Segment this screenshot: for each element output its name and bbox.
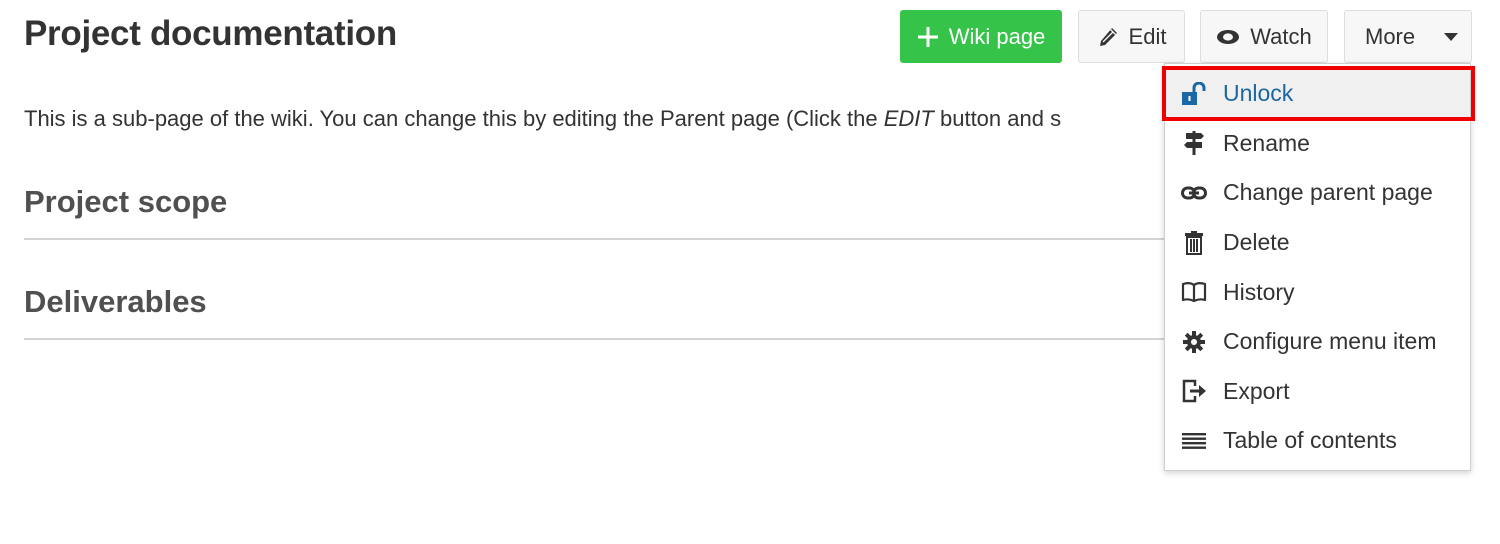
menu-item-label: Table of contents [1223,427,1397,454]
section-heading: Deliverables [24,284,207,319]
section-project-scope: Project scope [24,184,1184,240]
list-icon [1181,428,1207,454]
menu-item-label: Unlock [1223,80,1294,107]
more-label: More [1365,23,1416,49]
menu-item-label: Change parent page [1223,179,1433,206]
link-icon [1181,180,1207,206]
signpost-icon [1181,130,1207,156]
menu-item-change-parent-page[interactable]: Change parent page [1165,168,1470,218]
more-dropdown-menu: Unlock Rename Change parent page Delete [1164,63,1471,471]
edit-label: Edit [1128,23,1167,49]
watch-label: Watch [1250,23,1312,49]
intro-text-after: button and s [933,106,1062,131]
menu-item-label: Export [1223,377,1290,404]
wiki-page: Project documentation Wiki page Edit Wat… [0,0,1500,544]
menu-item-label: Rename [1223,129,1310,156]
menu-item-table-of-contents[interactable]: Table of contents [1165,416,1470,466]
menu-item-label: Configure menu item [1223,328,1437,355]
menu-item-configure-menu-item[interactable]: Configure menu item [1165,317,1470,367]
menu-item-export[interactable]: Export [1165,367,1470,417]
export-icon [1181,378,1207,404]
section-heading: Project scope [24,184,228,219]
unlock-icon [1181,81,1207,107]
menu-item-unlock[interactable]: Unlock [1165,69,1470,119]
add-wiki-page-button[interactable]: Wiki page [900,10,1062,63]
intro-paragraph: This is a sub-page of the wiki. You can … [24,106,1061,132]
section-deliverables: Deliverables [24,284,1184,340]
trash-icon [1181,230,1207,256]
menu-item-label: History [1223,278,1295,305]
section-divider [24,238,1184,240]
page-title: Project documentation [24,14,397,53]
more-dropdown-button[interactable]: More [1344,10,1472,63]
intro-text-before: This is a sub-page of the wiki. You can … [24,106,884,131]
pencil-icon [1097,26,1119,48]
caret-down-icon [1443,32,1459,42]
menu-item-rename[interactable]: Rename [1165,119,1470,169]
eye-icon [1216,29,1240,45]
gear-icon [1181,329,1207,355]
wiki-page-label: Wiki page [948,23,1046,49]
edit-button[interactable]: Edit [1078,10,1185,63]
menu-item-history[interactable]: History [1165,267,1470,317]
section-divider [24,338,1184,340]
menu-item-label: Delete [1223,229,1290,256]
plus-icon [917,26,939,48]
menu-item-delete[interactable]: Delete [1165,218,1470,268]
book-icon [1181,279,1207,305]
watch-button[interactable]: Watch [1200,10,1328,63]
intro-text-emphasis: EDIT [883,106,934,131]
